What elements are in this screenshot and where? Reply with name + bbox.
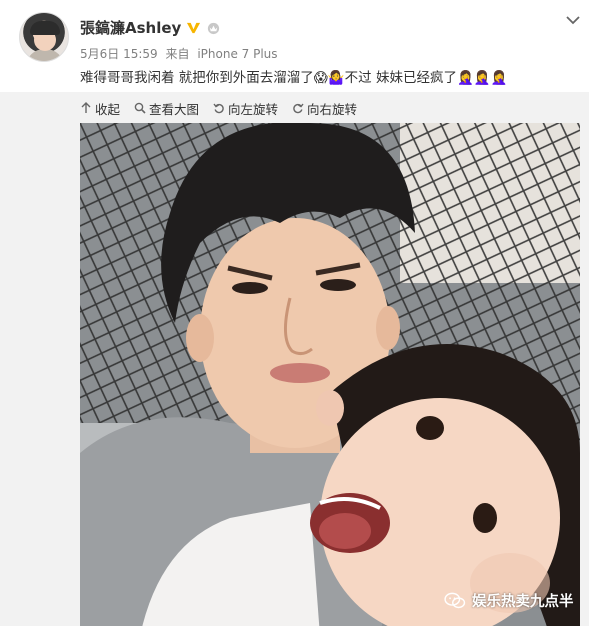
wechat-icon bbox=[444, 592, 466, 608]
magnifier-icon bbox=[134, 102, 146, 114]
watermark: 娱乐热卖九点半 bbox=[444, 590, 574, 611]
rotate-right-icon bbox=[293, 103, 304, 114]
rotate-right-label: 向右旋转 bbox=[307, 101, 358, 117]
post-header: 張鎬濂Ashley 5月6日 15:59 来自 iPhone 7 Plus 难得… bbox=[0, 0, 589, 92]
rotate-left-button[interactable]: 向左旋转 bbox=[213, 99, 278, 118]
verified-v-icon bbox=[187, 22, 201, 34]
post-meta: 5月6日 15:59 来自 iPhone 7 Plus bbox=[80, 45, 282, 62]
arrow-up-icon bbox=[81, 102, 91, 113]
post-text: 难得哥哥我闲着 就把你到外面去溜溜了😱🤷‍♀️不过 妹妹已经疯了🤦‍♀️🤦‍♀️… bbox=[80, 70, 508, 86]
view-large-label: 查看大图 bbox=[149, 101, 200, 117]
username-row: 張鎬濂Ashley bbox=[80, 17, 221, 38]
avatar-hair bbox=[30, 21, 60, 35]
collapse-button[interactable]: 收起 bbox=[80, 99, 120, 118]
view-large-button[interactable]: 查看大图 bbox=[134, 99, 199, 118]
media-toolbar: 收起 查看大图 向左旋转 向右旋转 bbox=[80, 98, 357, 118]
rotate-right-button[interactable]: 向右旋转 bbox=[292, 99, 357, 118]
media-panel: 收起 查看大图 向左旋转 向右旋转 bbox=[0, 92, 589, 626]
username[interactable]: 張鎬濂Ashley bbox=[80, 17, 181, 38]
chevron-down-icon[interactable] bbox=[565, 14, 581, 26]
crown-level-icon[interactable] bbox=[206, 20, 221, 35]
post-source-device[interactable]: iPhone 7 Plus bbox=[197, 47, 277, 61]
rotate-left-label: 向左旋转 bbox=[228, 101, 279, 117]
watermark-text: 娱乐热卖九点半 bbox=[472, 594, 574, 610]
post-photo[interactable] bbox=[80, 123, 580, 626]
post-source-prefix: 来自 bbox=[165, 47, 190, 61]
rotate-left-icon bbox=[213, 103, 224, 114]
post-date[interactable]: 5月6日 15:59 bbox=[80, 47, 158, 61]
selfie-illustration bbox=[80, 123, 580, 626]
collapse-label: 收起 bbox=[95, 101, 121, 117]
avatar[interactable] bbox=[19, 12, 69, 62]
